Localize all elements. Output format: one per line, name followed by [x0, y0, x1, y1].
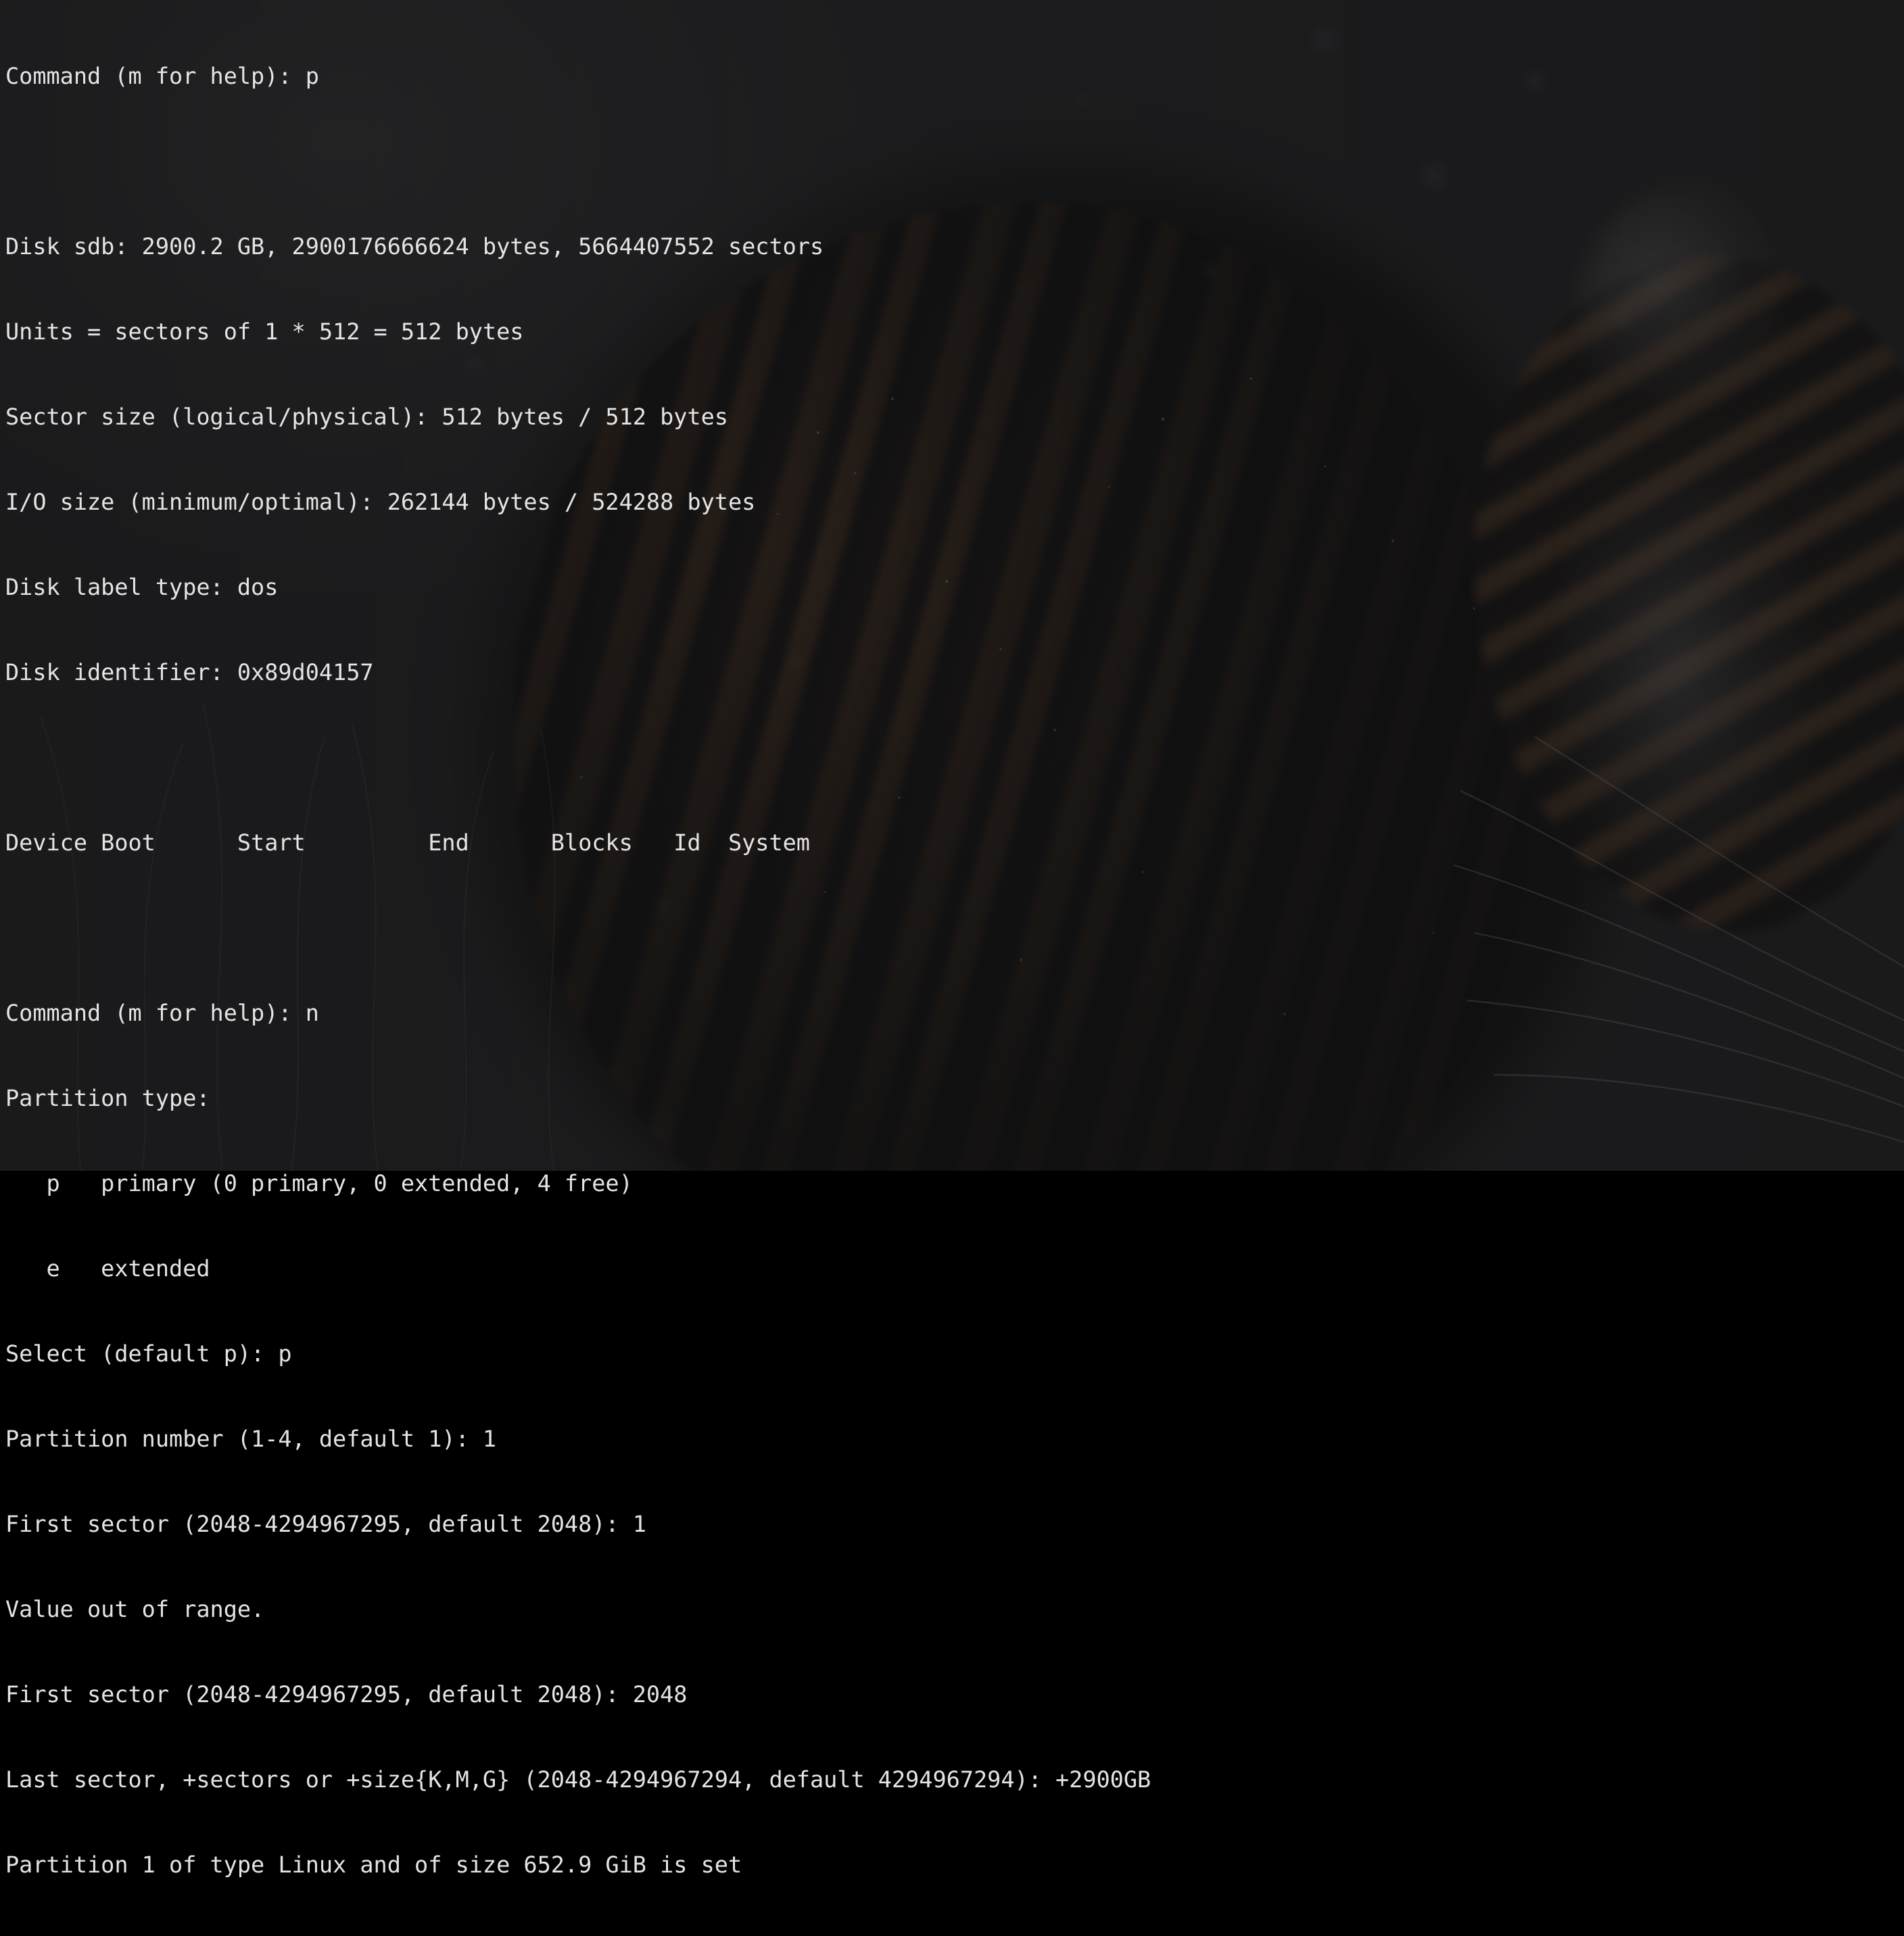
terminal-line-error-out-of-range: Value out of range. [5, 1596, 265, 1622]
terminal-line-units: Units = sectors of 1 * 512 = 512 bytes [5, 318, 524, 345]
partition-table-header: Device Boot Start End Blocks Id System [5, 829, 810, 856]
terminal-line-disk-identifier: Disk identifier: 0x89d04157 [5, 659, 374, 685]
terminal-window[interactable]: Command (m for help): p Disk sdb: 2900.2… [0, 0, 1904, 1878]
terminal-line-partition-set-result: Partition 1 of type Linux and of size 65… [5, 1852, 742, 1878]
terminal-output-screen[interactable]: Command (m for help): p Disk sdb: 2900.2… [5, 5, 1904, 1936]
terminal-line-label-type: Disk label type: dos [5, 574, 279, 600]
terminal-line-select-prompt: Select (default p): p [5, 1340, 292, 1367]
terminal-line: Command (m for help): p [5, 63, 319, 89]
terminal-line-command-n: Command (m for help): n [5, 1000, 319, 1026]
terminal-line-partition-number-prompt: Partition number (1-4, default 1): 1 [5, 1426, 497, 1452]
terminal-line-option-primary: p primary (0 primary, 0 extended, 4 free… [5, 1170, 633, 1196]
terminal-line-option-extended: e extended [5, 1255, 210, 1282]
terminal-line-io-size: I/O size (minimum/optimal): 262144 bytes… [5, 489, 756, 515]
terminal-line-last-sector-prompt: Last sector, +sectors or +size{K,M,G} (2… [5, 1766, 1151, 1793]
terminal-line-disk-summary: Disk sdb: 2900.2 GB, 2900176666624 bytes… [5, 233, 824, 260]
terminal-line-first-sector-prompt-1: First sector (2048-4294967295, default 2… [5, 1511, 646, 1537]
terminal-line-partition-type-label: Partition type: [5, 1085, 210, 1111]
terminal-line-first-sector-prompt-2: First sector (2048-4294967295, default 2… [5, 1681, 688, 1708]
terminal-line-sector-size: Sector size (logical/physical): 512 byte… [5, 404, 728, 430]
